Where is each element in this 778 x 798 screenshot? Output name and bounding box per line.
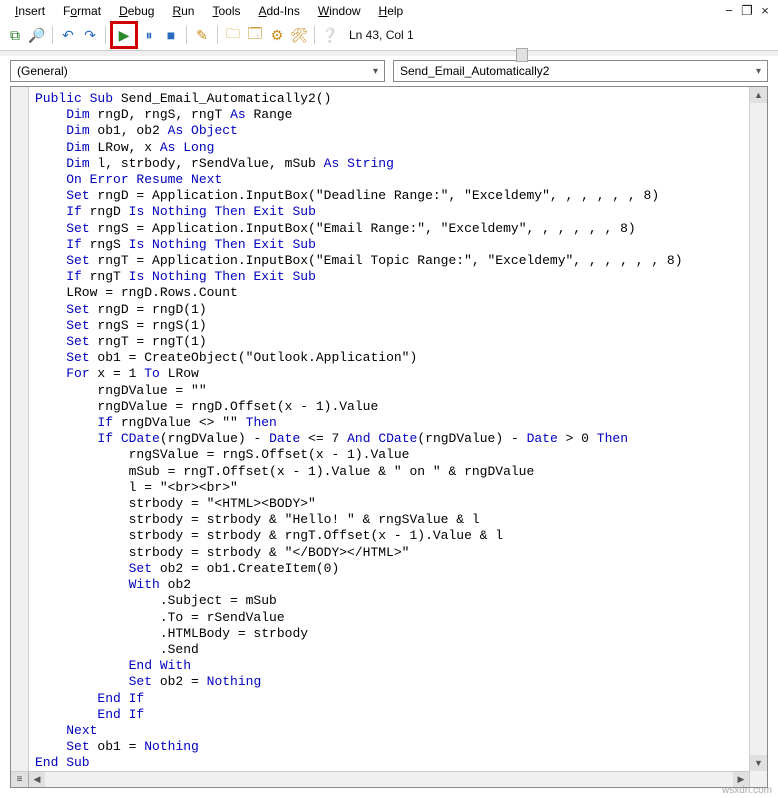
design-mode-icon[interactable]: ✎ <box>193 26 211 44</box>
toolbar: ⧉ 🔎 ↶ ↷ ▶ ⏸ ■ ✎ 🗀 🗔 ⚙ 🛠 ❔ Ln 43, Col 1 <box>0 22 778 50</box>
procedure-combo-value: Send_Email_Automatically2 <box>400 64 549 78</box>
scroll-up-icon[interactable]: ▲ <box>750 87 767 103</box>
toolbar-separator <box>314 26 315 44</box>
watermark-text: wsxdn.com <box>722 785 772 796</box>
close-button[interactable]: × <box>758 3 772 19</box>
object-browser-icon[interactable]: ⚙ <box>268 26 286 44</box>
menu-debug[interactable]: Debug <box>110 2 163 20</box>
project-explorer-icon[interactable]: 🗀 <box>224 26 242 44</box>
undo-icon[interactable]: ↶ <box>59 26 77 44</box>
minimize-button[interactable]: − <box>722 3 736 19</box>
scope-combo[interactable]: (General) ▾ <box>10 60 385 82</box>
stop-icon[interactable]: ■ <box>162 26 180 44</box>
scroll-left-icon[interactable]: ◀ <box>29 772 45 787</box>
help-icon[interactable]: ❔ <box>321 26 339 44</box>
find-icon[interactable]: 🔎 <box>28 26 46 44</box>
menu-bar: Insert Format Debug Run Tools Add-Ins Wi… <box>0 0 778 22</box>
code-text[interactable]: Public Sub Send_Email_Automatically2() D… <box>29 87 749 787</box>
scroll-down-icon[interactable]: ▼ <box>750 755 767 771</box>
toolbar-divider <box>0 50 778 56</box>
properties-icon[interactable]: 🗔 <box>246 26 264 44</box>
procedure-view-button[interactable]: ≡ <box>11 772 29 787</box>
run-icon[interactable]: ▶ <box>115 26 133 44</box>
toolbar-separator <box>217 26 218 44</box>
menu-insert[interactable]: Insert <box>6 2 54 20</box>
cursor-position-status: Ln 43, Col 1 <box>349 28 414 42</box>
menu-addins[interactable]: Add-Ins <box>249 2 308 20</box>
toolbox-icon[interactable]: 🛠 <box>290 26 308 44</box>
horizontal-scrollbar[interactable]: ◀ ▶ <box>29 771 749 787</box>
chevron-down-icon: ▾ <box>756 66 761 77</box>
procedure-combo[interactable]: Send_Email_Automatically2 ▾ <box>393 60 768 82</box>
toolbar-separator <box>52 26 53 44</box>
chevron-down-icon: ▾ <box>373 66 378 77</box>
scope-combo-value: (General) <box>17 64 68 78</box>
run-button-highlight: ▶ <box>110 21 138 49</box>
restore-button[interactable]: ❐ <box>740 3 754 19</box>
vertical-scrollbar[interactable]: ▲ ▼ <box>749 87 767 787</box>
menu-run[interactable]: Run <box>163 2 203 20</box>
pause-icon[interactable]: ⏸ <box>140 26 158 44</box>
redo-icon[interactable]: ↷ <box>81 26 99 44</box>
menu-help[interactable]: Help <box>370 2 413 20</box>
menu-format[interactable]: Format <box>54 2 110 20</box>
code-editor: Public Sub Send_Email_Automatically2() D… <box>10 86 768 788</box>
export-icon[interactable]: ⧉ <box>6 26 24 44</box>
toolbar-separator <box>105 26 106 44</box>
toolbar-separator <box>186 26 187 44</box>
menu-tools[interactable]: Tools <box>203 2 249 20</box>
code-dropdown-row: (General) ▾ Send_Email_Automatically2 ▾ <box>0 56 778 86</box>
menu-window[interactable]: Window <box>309 2 370 20</box>
window-controls: − ❐ × <box>722 3 772 19</box>
code-gutter <box>11 87 29 787</box>
